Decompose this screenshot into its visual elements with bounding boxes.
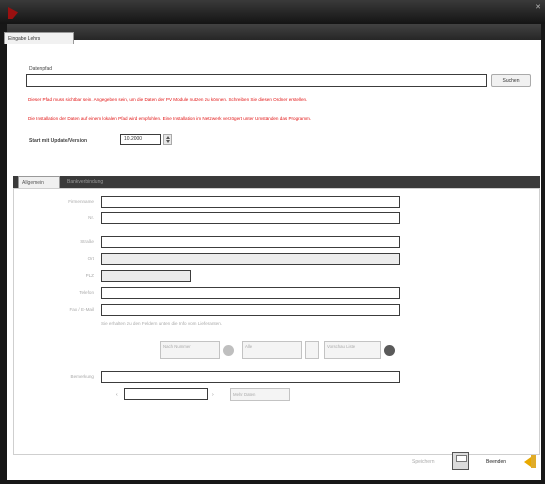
form-field-1[interactable]	[101, 196, 400, 208]
settings-gear-dark-icon[interactable]	[384, 345, 395, 356]
lower-small-field[interactable]	[124, 388, 208, 400]
exit-arrow-shaft	[531, 455, 536, 468]
option-button-a[interactable]: Nach Nummer	[160, 341, 220, 359]
form-label-5: PLZ	[85, 273, 94, 278]
start-label: Start mit Update/Version	[29, 138, 88, 144]
settings-gear-icon[interactable]	[223, 345, 234, 356]
warning-text-2: Die Installation der Daten auf einem lok…	[28, 116, 312, 121]
exit-arrow-head	[524, 457, 531, 467]
form-field-6[interactable]	[101, 287, 400, 299]
app-logo-icon	[8, 7, 18, 19]
window-frame-bottom	[0, 480, 545, 484]
form-field-5[interactable]	[101, 270, 191, 282]
main-tab-bar	[7, 24, 541, 40]
form-field-7[interactable]	[101, 304, 400, 316]
form-panel	[13, 188, 540, 455]
browse-button[interactable]: Suchen	[491, 74, 531, 87]
lower-field[interactable]	[101, 371, 400, 383]
save-label: Speichern	[412, 459, 435, 465]
form-label-7: Fax / E-Mail	[69, 307, 94, 312]
path-input[interactable]	[26, 74, 487, 87]
form-label-4: Ort	[87, 256, 94, 261]
form-label-6: Telefon	[79, 290, 94, 295]
option-button-b[interactable]: Alle	[242, 341, 302, 359]
close-icon[interactable]: ✕	[535, 3, 541, 11]
option-button-c[interactable]: Vorschau Liste	[324, 341, 381, 359]
small-stepper-down-icon[interactable]: ‹	[116, 392, 118, 398]
window-titlebar: ✕	[0, 0, 545, 24]
exit-label: Beenden	[486, 459, 507, 465]
lower-label: Bemerkung	[70, 374, 95, 379]
stepper-up-icon[interactable]	[166, 136, 170, 139]
tab-main[interactable]: Eingabe Lehrs	[4, 32, 74, 44]
window-frame-left	[0, 24, 7, 484]
stepper-down-icon[interactable]	[166, 140, 170, 143]
form-label-1: Firmenname	[68, 199, 94, 204]
form-field-3[interactable]	[101, 236, 400, 248]
window-frame-right	[541, 24, 545, 484]
exit-arrow-icon[interactable]	[524, 452, 538, 470]
subtab-bank[interactable]: Bankverbindung	[64, 176, 144, 188]
warning-text-1: Dieser Pfad muss sichtbar sein. Angegebe…	[28, 97, 308, 102]
start-value-stepper[interactable]	[163, 134, 172, 145]
small-stepper-up-icon[interactable]: ›	[212, 392, 214, 398]
start-value-input[interactable]: 10.2000	[120, 134, 161, 145]
form-field-2[interactable]	[101, 212, 400, 224]
small-action-button[interactable]: Mehr Daten	[230, 388, 290, 401]
form-field-4[interactable]	[101, 253, 400, 265]
form-label-2: Nr.	[88, 215, 94, 220]
path-label: Datenpfad	[29, 66, 53, 72]
form-hint: Sie erhalten zu den Feldern unten die In…	[101, 321, 223, 326]
save-disk-icon[interactable]	[452, 452, 469, 470]
option-box-icon[interactable]	[305, 341, 319, 359]
form-label-3: Straße	[80, 239, 94, 244]
subtab-general[interactable]: Allgemein	[18, 176, 60, 188]
